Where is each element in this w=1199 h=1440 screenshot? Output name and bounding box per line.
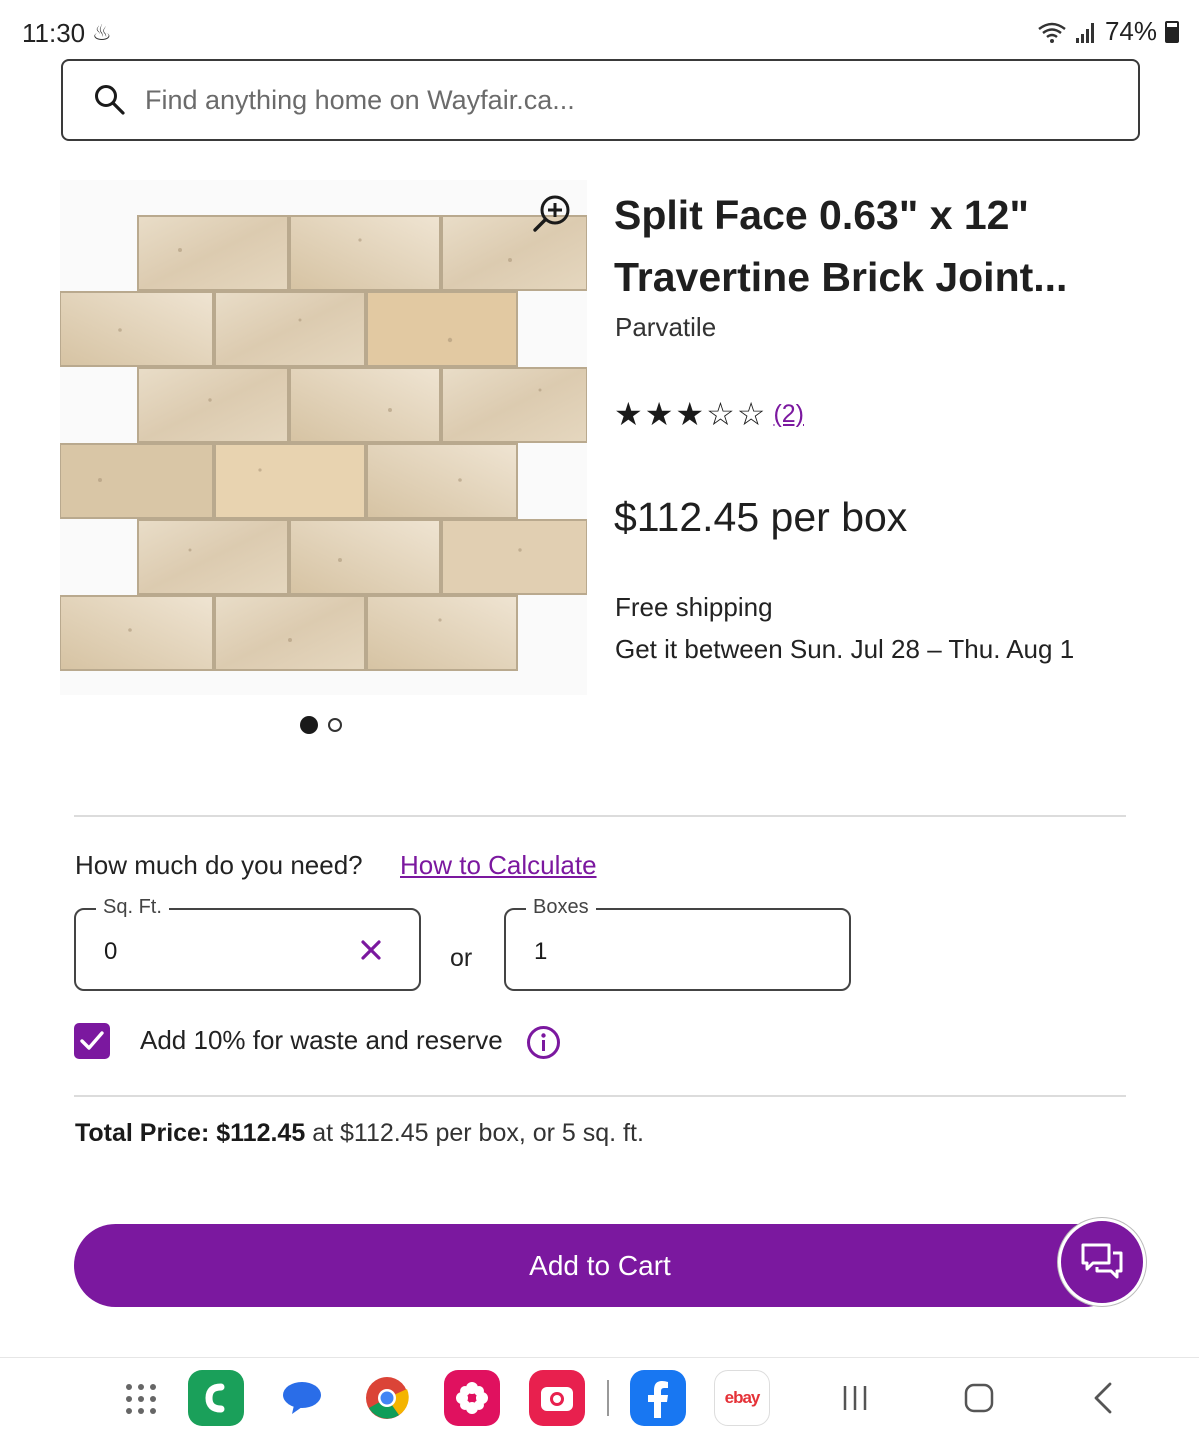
pagination-dot-active[interactable] xyxy=(300,716,318,734)
product-title: Split Face 0.63" x 12" Travertine Brick … xyxy=(614,192,1068,300)
chat-button[interactable] xyxy=(1058,1218,1146,1306)
star-filled-icon: ★ xyxy=(675,396,705,432)
product-brand[interactable]: Parvatile xyxy=(615,312,716,343)
pagination-dot[interactable] xyxy=(328,718,342,732)
total-price: Total Price: $112.45 at $112.45 per box,… xyxy=(75,1119,644,1148)
delivery-estimate: Get it between Sun. Jul 28 – Thu. Aug 1 xyxy=(615,634,1075,664)
wifi-icon xyxy=(1038,22,1066,43)
zoom-in-icon[interactable] xyxy=(530,192,574,236)
sqft-label: Sq. Ft. xyxy=(96,896,169,919)
status-bar: 11:30 ♨ 74% xyxy=(0,0,1199,58)
boxes-value: 1 xyxy=(534,938,548,965)
camera-app-icon[interactable] xyxy=(529,1370,585,1426)
messages-app-icon[interactable] xyxy=(274,1370,330,1426)
facebook-app-icon[interactable] xyxy=(630,1370,686,1426)
dock-separator xyxy=(607,1380,609,1416)
search-icon xyxy=(95,85,125,115)
star-empty-icon: ☆ xyxy=(706,396,735,432)
image-pagination xyxy=(300,716,342,734)
sqft-field[interactable]: Sq. Ft. 0 xyxy=(74,896,421,991)
add-to-cart-button[interactable]: Add to Cart xyxy=(74,1224,1126,1307)
info-icon[interactable] xyxy=(526,1025,561,1060)
back-icon[interactable] xyxy=(1088,1378,1118,1418)
quantity-question: How much do you need? xyxy=(75,850,363,880)
boxes-field[interactable]: Boxes 1 xyxy=(504,896,851,991)
waste-label[interactable]: Add 10% for waste and reserve xyxy=(140,1025,503,1056)
review-count-link[interactable]: (2) xyxy=(773,400,804,429)
navigation-bar: ebay xyxy=(0,1357,1199,1440)
product-rating[interactable]: ★ ★ ★ ☆ ☆ (2) xyxy=(614,396,804,432)
star-filled-icon: ★ xyxy=(644,396,674,432)
signal-icon xyxy=(1075,22,1094,43)
checkmark-icon xyxy=(80,1031,104,1050)
divider xyxy=(74,1095,1126,1097)
battery-icon xyxy=(1165,20,1179,43)
add-to-cart-label: Add to Cart xyxy=(529,1249,671,1281)
star-empty-icon: ☆ xyxy=(736,396,766,432)
search-placeholder: Find anything home on Wayfair.ca... xyxy=(145,84,575,115)
phone-app-icon[interactable] xyxy=(188,1370,244,1426)
notification-icon: ♨ xyxy=(92,20,112,45)
chat-icon xyxy=(1081,1243,1123,1279)
battery-percent: 74% xyxy=(1104,16,1157,46)
or-text: or xyxy=(450,944,473,972)
status-indicators: 74% xyxy=(1037,16,1179,47)
sqft-value: 0 xyxy=(104,938,118,965)
apps-grid-icon[interactable] xyxy=(126,1384,156,1414)
shipping-text: Free shipping xyxy=(615,592,773,622)
how-to-calculate-link[interactable]: How to Calculate xyxy=(400,850,597,881)
status-time: 11:30 xyxy=(22,18,86,48)
total-amount: $112.45 xyxy=(216,1119,306,1147)
recent-apps-icon[interactable] xyxy=(840,1378,870,1418)
home-icon[interactable] xyxy=(962,1378,996,1418)
product-price: $112.45 per box xyxy=(614,494,908,540)
total-detail: at $112.45 per box, or 5 sq. ft. xyxy=(312,1119,644,1147)
total-label: Total Price: xyxy=(75,1119,210,1147)
waste-checkbox[interactable] xyxy=(74,1023,110,1059)
flower-app-icon[interactable] xyxy=(444,1370,500,1426)
travertine-tile-image xyxy=(60,215,587,671)
clear-icon[interactable] xyxy=(359,938,383,962)
boxes-label: Boxes xyxy=(526,896,596,919)
chrome-app-icon[interactable] xyxy=(359,1370,415,1426)
ebay-app-icon[interactable]: ebay xyxy=(714,1370,770,1426)
ebay-label: ebay xyxy=(724,1388,761,1407)
search-input[interactable]: Find anything home on Wayfair.ca... xyxy=(61,59,1140,141)
product-image[interactable] xyxy=(60,180,587,695)
divider xyxy=(74,815,1126,817)
star-filled-icon: ★ xyxy=(614,396,643,432)
